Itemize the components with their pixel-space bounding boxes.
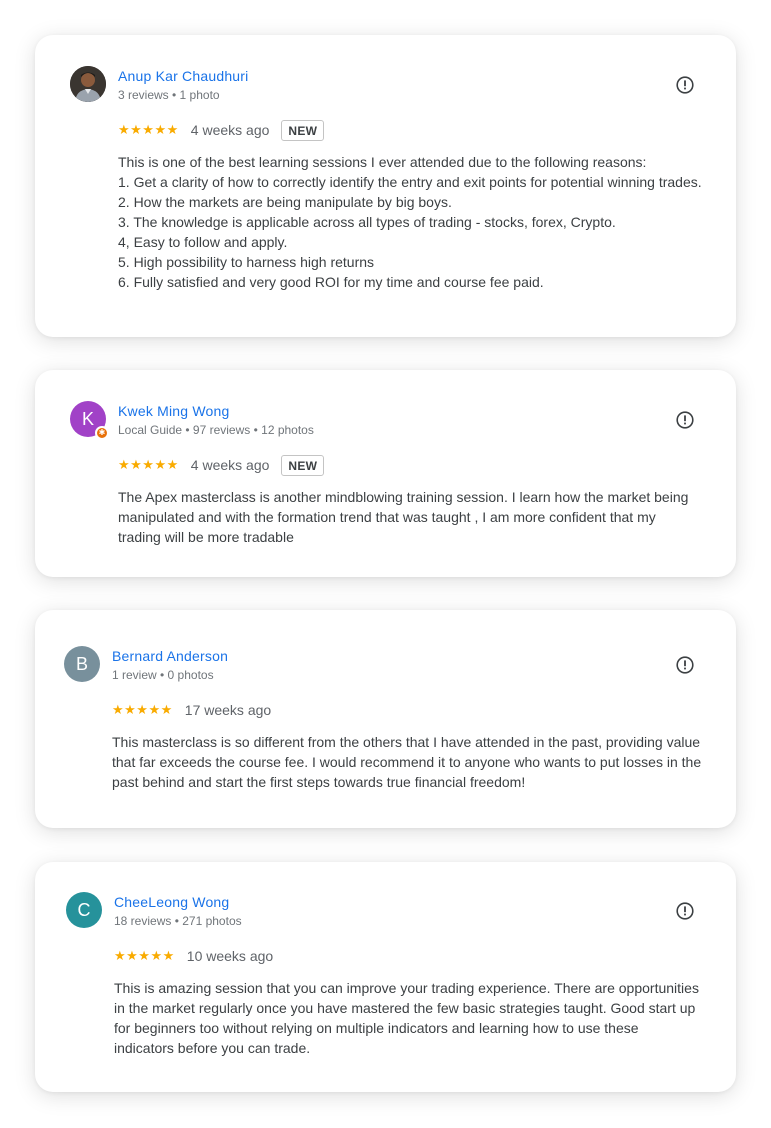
review-text: The Apex masterclass is another mindblow… [118,489,689,545]
avatar-initial: K [81,409,94,429]
review-text: This is amazing session that you can imp… [114,980,699,1056]
rating-row: ★★★★★ 4 weeks ago NEW [118,118,325,142]
rating-row: ★★★★★ 4 weeks ago NEW [118,453,325,477]
review-text: This is one of the best learning session… [118,154,702,290]
review-card: K ✱ Kwek Ming Wong Local Guide • 97 revi… [35,370,736,577]
avatar[interactable]: B [64,646,100,682]
new-badge: NEW [281,119,325,141]
rating-row: ★★★★★ 17 weeks ago [112,698,271,722]
star-rating: ★★★★★ [114,948,175,964]
profile-photo-icon [70,66,106,102]
avatar[interactable] [70,66,106,102]
avatar-initial: C [77,900,91,920]
review-card: C CheeLeong Wong 18 reviews • 271 photos… [35,862,736,1092]
review-date: 17 weeks ago [184,702,272,718]
review-text: This masterclass is so different from th… [112,734,702,790]
reviewer-name[interactable]: CheeLeong Wong [114,894,229,910]
report-icon[interactable] [676,76,694,94]
review-card: Anup Kar Chaudhuri 3 reviews • 1 photo ★… [35,35,736,337]
reviewer-meta: 3 reviews • 1 photo [118,88,220,102]
review-date: 10 weeks ago [186,948,274,964]
report-icon[interactable] [676,411,694,429]
review-date: 4 weeks ago [190,122,270,138]
avatar-initial: B [75,654,88,674]
reviewer-meta: 1 review • 0 photos [112,668,214,682]
avatar[interactable]: C [66,892,102,928]
report-icon[interactable] [676,656,694,674]
reviewer-name[interactable]: Kwek Ming Wong [118,403,229,419]
reviewer-meta: Local Guide • 97 reviews • 12 photos [118,423,314,437]
star-rating: ★★★★★ [118,122,179,138]
review-date: 4 weeks ago [190,457,270,473]
new-badge: NEW [281,454,325,476]
rating-row: ★★★★★ 10 weeks ago [114,944,273,968]
avatar[interactable]: K ✱ [70,401,109,440]
reviewer-name[interactable]: Anup Kar Chaudhuri [118,68,248,84]
local-guide-badge-icon: ✱ [95,426,109,440]
reviewer-meta: 18 reviews • 271 photos [114,914,242,928]
reviewer-name[interactable]: Bernard Anderson [112,648,228,664]
report-icon[interactable] [676,902,694,920]
star-rating: ★★★★★ [118,457,179,473]
star-rating: ★★★★★ [112,702,173,718]
review-card: B Bernard Anderson 1 review • 0 photos ★… [35,610,736,828]
